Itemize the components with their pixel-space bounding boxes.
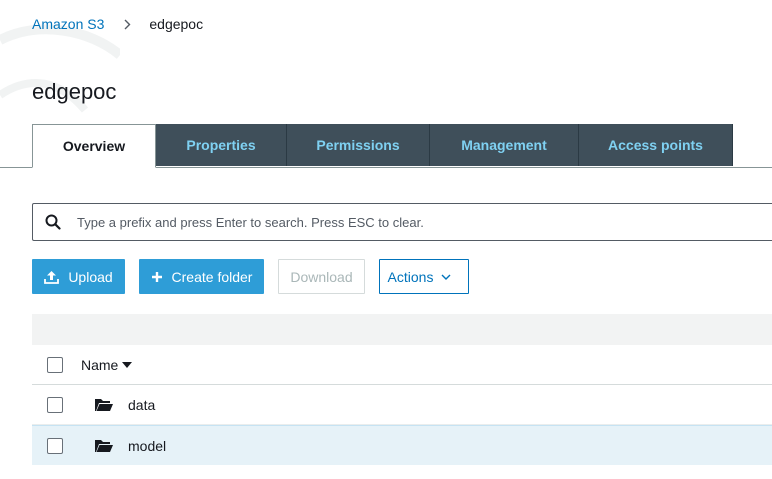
upload-button-label: Upload [68,268,113,285]
breadcrumb-current: edgepoc [149,16,204,32]
tab-overview[interactable]: Overview [32,124,156,168]
row-checkbox[interactable] [47,396,63,413]
table-header-band [32,314,772,345]
search-icon [45,214,61,230]
tab-bar: Overview Properties Permissions Manageme… [0,124,772,168]
folder-link-model[interactable]: model [128,438,166,454]
table-header-row: Name [32,345,772,385]
select-all-checkbox[interactable] [47,356,63,373]
folder-link-data[interactable]: data [128,397,155,413]
download-button[interactable]: Download [278,259,365,294]
sort-caret-down-icon [122,361,133,368]
plus-icon [151,271,162,282]
column-header-name-label: Name [81,356,119,373]
folder-open-icon [95,398,113,411]
create-folder-button-label: Create folder [171,268,253,285]
tab-permissions[interactable]: Permissions [287,124,430,166]
page-title: edgepoc [32,79,117,104]
upload-button[interactable]: Upload [32,259,125,294]
breadcrumb: Amazon S3 edgepoc [32,14,203,34]
chevron-right-icon [124,19,131,30]
chevron-down-icon [441,274,451,280]
create-folder-button[interactable]: Create folder [139,259,264,294]
folder-open-icon [95,439,113,452]
tab-access-points[interactable]: Access points [579,124,733,166]
actions-dropdown-button[interactable]: Actions [379,259,469,294]
table-row[interactable]: model [32,425,772,465]
search-input[interactable] [77,214,772,230]
row-checkbox[interactable] [47,437,63,454]
tab-properties[interactable]: Properties [156,124,287,166]
column-header-name[interactable]: Name [81,356,133,373]
tab-management[interactable]: Management [430,124,579,166]
breadcrumb-link-amazon-s3[interactable]: Amazon S3 [32,16,104,32]
actions-button-label: Actions [387,268,434,285]
search-bar [32,203,772,241]
upload-icon [44,270,60,284]
table-row[interactable]: data [32,385,772,425]
